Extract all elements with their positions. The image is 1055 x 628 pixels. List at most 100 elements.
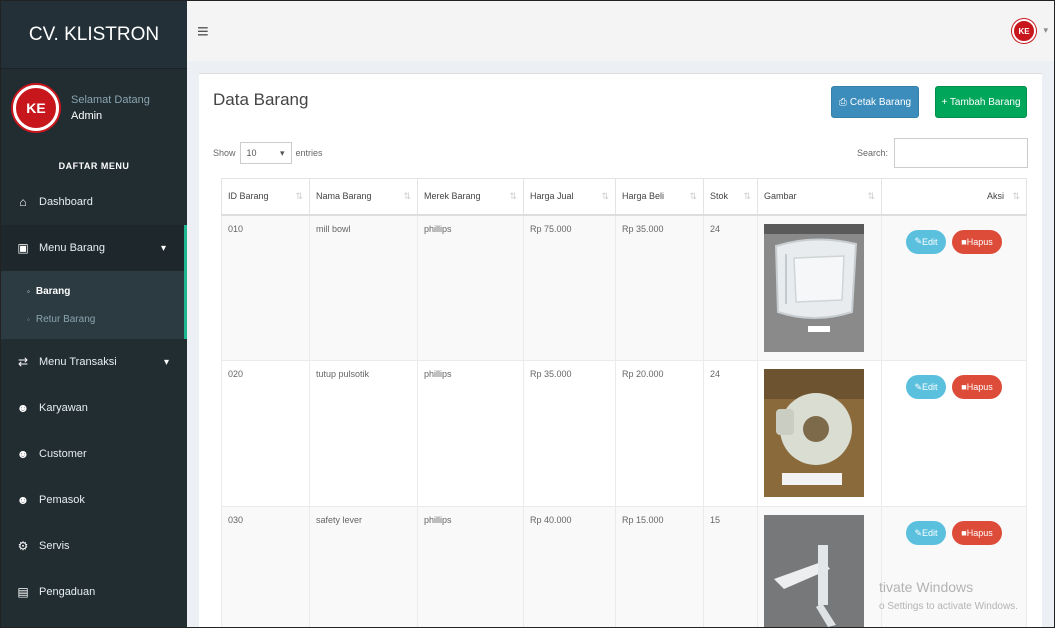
sidebar: CV. KLISTRON KE Selamat Datang Admin DAF… xyxy=(1,1,187,627)
cell-harga-jual: Rp 35.000 xyxy=(523,360,616,507)
edit-label: Edit xyxy=(922,382,938,392)
col-header-merek[interactable]: Merek Barang ⇅ xyxy=(417,178,524,216)
welcome-text: Selamat Datang xyxy=(71,94,150,106)
circle-icon: ◦ xyxy=(27,314,30,324)
sidebar-item-servis[interactable]: ⚙ Servis xyxy=(1,523,187,569)
entries-length-control: Show 10 ▾ entries xyxy=(213,142,323,164)
app-window: CV. KLISTRON KE Selamat Datang Admin DAF… xyxy=(0,0,1055,628)
pencil-icon: ✎ xyxy=(914,527,923,538)
company-logo: KE xyxy=(13,85,59,131)
sidebar-item-karyawan[interactable]: ☻ Karyawan xyxy=(1,385,187,431)
cell-stok: 24 xyxy=(703,214,758,361)
user-panel: KE Selamat Datang Admin xyxy=(1,69,187,147)
table-row: 020 tutup pulsotik phillips Rp 35.000 Rp… xyxy=(221,360,1027,507)
cell-harga-beli: Rp 35.000 xyxy=(615,214,704,361)
user-avatar[interactable]: KE xyxy=(1012,19,1036,43)
entries-select[interactable]: 10 ▾ xyxy=(239,142,292,164)
col-header-nama[interactable]: Nama Barang ⇅ xyxy=(309,178,418,216)
cell-aksi: ✎ Edit ■ Hapus xyxy=(881,214,1027,361)
chevron-down-icon: ▾ xyxy=(163,356,169,368)
add-item-button[interactable]: + Tambah Barang xyxy=(935,86,1027,118)
user-info: Selamat Datang Admin xyxy=(71,92,150,124)
cell-id: 010 xyxy=(221,214,310,361)
cell-harga-beli: Rp 20.000 xyxy=(615,360,704,507)
cell-merek: phillips xyxy=(417,214,524,361)
cell-nama: mill bowl xyxy=(309,214,418,361)
sidebar-item-label: Menu Transaksi xyxy=(39,356,117,368)
header-label: Merek Barang xyxy=(424,191,481,202)
chevron-down-icon[interactable]: ▾ xyxy=(1043,25,1048,36)
sidebar-item-menu-barang[interactable]: ▣ Menu Barang ▾ xyxy=(1,225,187,271)
delete-button[interactable]: ■ Hapus xyxy=(952,521,1002,545)
cell-nama: safety lever xyxy=(309,506,418,627)
sidebar-item-dashboard[interactable]: ⌂ Dashboard xyxy=(1,179,187,225)
header-label: Stok xyxy=(710,191,729,202)
delete-button[interactable]: ■ Hapus xyxy=(952,229,1002,254)
header-label: Harga Beli xyxy=(622,191,665,202)
sidebar-item-pemasok[interactable]: ☻ Pemasok xyxy=(1,477,187,523)
cell-id: 020 xyxy=(221,360,310,507)
col-header-harga-beli[interactable]: Harga Beli ⇅ xyxy=(615,178,704,216)
sort-icon: ⇅ xyxy=(867,191,875,202)
submenu-item-barang[interactable]: ◦ Barang xyxy=(1,277,184,305)
delete-button[interactable]: ■ Hapus xyxy=(952,375,1002,399)
submenu-barang: ◦ Barang ◦ Retur Barang xyxy=(1,271,187,339)
sidebar-item-label: Pengaduan xyxy=(39,586,96,598)
print-button[interactable]: ⎙ Cetak Barang xyxy=(831,86,919,118)
submenu-item-retur-barang[interactable]: ◦ Retur Barang xyxy=(1,305,184,333)
product-image-safety-lever xyxy=(764,515,864,627)
brand-title[interactable]: CV. KLISTRON xyxy=(1,1,187,69)
edit-button[interactable]: ✎ Edit xyxy=(906,229,946,254)
cell-merek: phillips xyxy=(417,360,524,507)
sidebar-item-label: Menu Barang xyxy=(39,242,106,254)
cell-harga-jual: Rp 75.000 xyxy=(523,214,616,361)
product-image-mill-bowl xyxy=(764,223,864,352)
edit-button[interactable]: ✎ Edit xyxy=(906,521,946,545)
sidebar-item-label: Dashboard xyxy=(39,196,93,208)
header-label: Harga Jual xyxy=(530,191,574,202)
delete-label: Hapus xyxy=(966,382,993,392)
edit-button[interactable]: ✎ Edit xyxy=(906,375,946,399)
sidebar-item-label: Pemasok xyxy=(39,494,85,506)
cell-gambar xyxy=(757,214,882,361)
col-header-stok[interactable]: Stok ⇅ xyxy=(703,178,758,216)
entries-label: entries xyxy=(295,148,323,158)
sidebar-item-label: Customer xyxy=(39,448,87,460)
col-header-gambar[interactable]: Gambar ⇅ xyxy=(757,178,882,216)
users-icon: ☻ xyxy=(16,493,30,507)
sort-icon: ⇅ xyxy=(295,191,303,202)
col-header-aksi[interactable]: Aksi ⇅ xyxy=(881,178,1027,216)
data-table: ID Barang ⇅ Nama Barang ⇅ Merek Barang ⇅ Ha… xyxy=(221,178,1027,627)
search-input[interactable] xyxy=(894,138,1028,168)
menu-header: DAFTAR MENU xyxy=(58,161,130,171)
search-control: Search: xyxy=(857,138,1028,168)
cell-nama: tutup pulsotik xyxy=(309,360,418,507)
col-header-harga-jual[interactable]: Harga Jual ⇅ xyxy=(523,178,616,216)
sort-icon: ⇅ xyxy=(689,191,697,202)
header-label: ID Barang xyxy=(228,191,269,202)
print-label: Cetak Barang xyxy=(849,96,912,108)
header-label: Nama Barang xyxy=(316,191,372,202)
sort-icon: ⇅ xyxy=(743,191,751,202)
pencil-icon: ✎ xyxy=(914,381,923,392)
sidebar-item-menu-transaksi[interactable]: ⇄ Menu Transaksi ▾ xyxy=(1,339,187,385)
sidebar-item-customer[interactable]: ☻ Customer xyxy=(1,431,187,477)
sort-icon: ⇅ xyxy=(601,191,609,202)
col-header-id[interactable]: ID Barang ⇅ xyxy=(221,178,310,216)
sidebar-item-label: Karyawan xyxy=(39,402,88,414)
chevron-down-icon: ▾ xyxy=(279,147,285,158)
row-actions: ✎ Edit ■ Hapus xyxy=(888,369,1020,399)
header-label: Aksi xyxy=(986,191,1004,202)
watermark-line2: o Settings to activate Windows. xyxy=(879,601,1018,612)
hamburger-menu-icon[interactable]: ≡ xyxy=(197,21,209,44)
sidebar-item-pengaduan[interactable]: ▤ Pengaduan xyxy=(1,569,187,615)
table-row: 010 mill bowl phillips Rp 75.000 Rp 35.0… xyxy=(221,214,1027,361)
print-icon: ⎙ xyxy=(838,96,847,108)
activate-windows-watermark: tivate Windows o Settings to activate Wi… xyxy=(879,577,1018,617)
table-header-row: ID Barang ⇅ Nama Barang ⇅ Merek Barang ⇅ Ha… xyxy=(221,178,1027,216)
gear-icon: ⚙ xyxy=(17,539,29,553)
cart-icon: ▣ xyxy=(17,241,29,255)
header-label: Gambar xyxy=(764,191,797,202)
chevron-down-icon: ▾ xyxy=(160,242,166,254)
cell-harga-beli: Rp 15.000 xyxy=(615,506,704,627)
